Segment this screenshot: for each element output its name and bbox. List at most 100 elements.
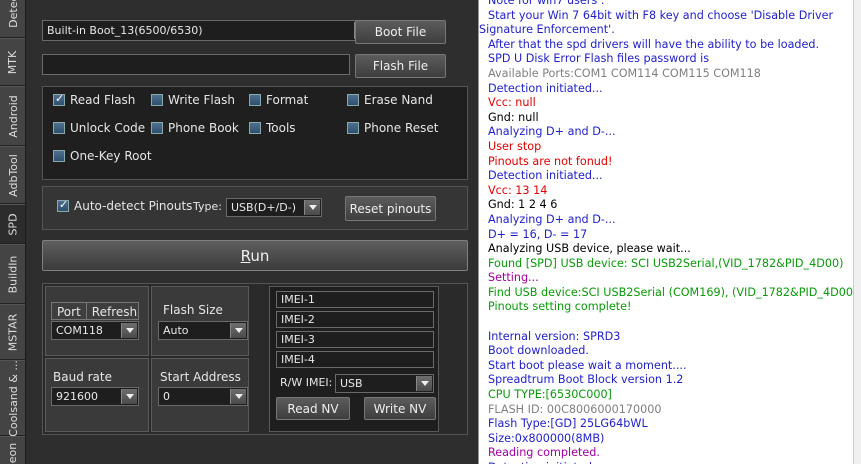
erase-nand-checkbox[interactable]: Erase Nand [347,93,433,107]
imei-1-value: IMEI-1 [281,293,315,306]
read-nv-label: Read NV [287,401,339,416]
baud-rate-label: Baud rate [53,370,112,384]
tab-spd[interactable]: SPD [0,204,25,244]
log-line: Reading completed. [488,446,600,460]
tab-mstar[interactable]: MSTAR [0,304,25,360]
flash-file-path-input[interactable] [42,54,350,75]
flash-size-select[interactable]: Auto [158,321,248,340]
log-line: Found [SPD] USB device: SCI USB2Serial,(… [488,256,844,270]
log-line: Setting... [488,271,539,285]
log-line: Signature Enforcement'. [479,23,615,37]
one-key-root-checkbox[interactable]: One-Key Root [53,149,152,163]
imei-2-input[interactable]: IMEI-2 [276,311,434,328]
rw-imei-select[interactable]: USB [335,374,434,393]
reset-pinouts-label: Reset pinouts [349,201,432,216]
write-nv-button[interactable]: Write NV [364,397,436,420]
run-button[interactable]: Run [42,240,468,271]
read-nv-button[interactable]: Read NV [276,397,350,420]
chevron-down-icon[interactable] [230,323,246,338]
chevron-down-icon[interactable] [121,323,137,338]
imei-1-input[interactable]: IMEI-1 [276,291,434,308]
write-nv-label: Write NV [373,401,427,416]
checkbox-icon [53,150,65,162]
phone-reset-checkbox[interactable]: Phone Reset [347,121,439,135]
log-line: Flash Type:[GD] 25LG64bWL [488,417,648,431]
start-address-select[interactable]: 0 [158,387,248,406]
tab-coolsand-label: Coolsand & ... [6,359,20,437]
log-line: SPD U Disk Error Flash files password is [488,52,710,66]
log-line: Pinouts setting complete! [488,300,632,314]
flash-file-button[interactable]: Flash File [355,54,446,78]
imei-4-value: IMEI-4 [281,353,315,366]
tab-buildin[interactable]: BuildIn [0,244,25,304]
flash-size-value: Auto [163,324,189,337]
checkbox-icon [151,122,163,134]
baud-rate-select[interactable]: 921600 [51,387,139,406]
read-flash-checkbox[interactable]: Read Flash [53,92,136,107]
start-address-label: Start Address [160,370,241,384]
imei-3-input[interactable]: IMEI-3 [276,331,434,348]
log-scrollbar[interactable] [853,0,861,464]
unlock-code-checkbox[interactable]: Unlock Code [53,121,145,135]
read-flash-label: Read Flash [70,93,136,107]
format-checkbox[interactable]: Format [249,93,308,107]
rw-imei-label: R/W IMEI: [280,376,333,389]
auto-detect-pinouts-checkbox[interactable]: Auto-detect Pinouts [57,198,192,213]
boot-select-value: Built-in Boot_13(6500/6530) [47,24,203,37]
tab-buildin-label: BuildIn [6,255,20,293]
tools-checkbox[interactable]: Tools [249,121,296,135]
tab-adbtool[interactable]: AdbTool [0,146,25,204]
chevron-down-icon[interactable] [304,200,320,215]
tab-mtk[interactable]: MTK [0,38,25,86]
pinout-type-value: USB(D+/D-) [231,201,296,214]
type-label: Type: [193,200,222,213]
chevron-down-icon[interactable] [121,389,137,404]
checkbox-icon [151,94,163,106]
checkbox-icon [53,122,65,134]
log-line: Boot downloaded. [488,344,589,358]
tab-detect[interactable]: Detect [0,0,25,38]
log-line: Vcc: null [488,96,536,110]
chevron-down-icon[interactable] [230,389,246,404]
log-line: After that the spd drivers will have the… [488,37,820,51]
chevron-down-icon[interactable] [416,376,432,391]
erase-nand-label: Erase Nand [364,93,433,107]
tab-neon[interactable]: neon [0,436,25,464]
spd-panel: Built-in Boot_13(6500/6530) Boot File Fl… [27,0,477,464]
imei-4-input[interactable]: IMEI-4 [276,351,434,368]
tab-detect-label: Detect [6,0,20,28]
run-label: Run [240,246,270,265]
log-line: Available Ports:COM1 COM114 COM115 COM11… [488,66,761,80]
phone-book-label: Phone Book [168,121,239,135]
format-label: Format [266,93,309,107]
imei-2-value: IMEI-2 [281,313,315,326]
imei-3-value: IMEI-3 [281,333,315,346]
log-line: Analyzing USB device, please wait... [488,242,691,256]
start-address-value: 0 [163,390,170,403]
phone-book-checkbox[interactable]: Phone Book [151,121,239,135]
boot-select[interactable]: Built-in Boot_13(6500/6530) [42,20,372,41]
log-line: Find USB device:SCI USB2Serial (COM169),… [488,285,858,299]
tools-label: Tools [266,121,296,135]
refresh-button[interactable]: Refresh [87,303,142,319]
log-line: Detection initiated... [488,81,603,95]
log-line: Internal version: SPRD3 [488,329,621,343]
log-line: D+ = 16, D- = 17 [488,227,588,241]
one-key-root-label: One-Key Root [70,149,152,163]
port-select[interactable]: COM118 [51,321,139,340]
write-flash-label: Write Flash [168,93,235,107]
tab-coolsand[interactable]: Coolsand & ... [0,359,25,437]
pinout-type-select[interactable]: USB(D+/D-) [226,198,322,217]
log-lines: Note for win7 users : Start your Win 7 64… [479,0,858,464]
log-line: Start boot please wait a moment.... [488,358,687,372]
log-line: Gnd: 1 2 4 6 [488,198,558,212]
baud-rate-value: 921600 [56,390,98,403]
write-flash-checkbox[interactable]: Write Flash [151,93,235,107]
log-line: Pinouts are not fonud! [488,154,613,168]
log-line: Size:0x800000(8MB) [488,431,605,445]
log-line: Gnd: null [488,110,539,124]
boot-file-button[interactable]: Boot File [355,20,446,44]
reset-pinouts-button[interactable]: Reset pinouts [345,196,436,221]
tab-android[interactable]: Android [0,86,25,146]
